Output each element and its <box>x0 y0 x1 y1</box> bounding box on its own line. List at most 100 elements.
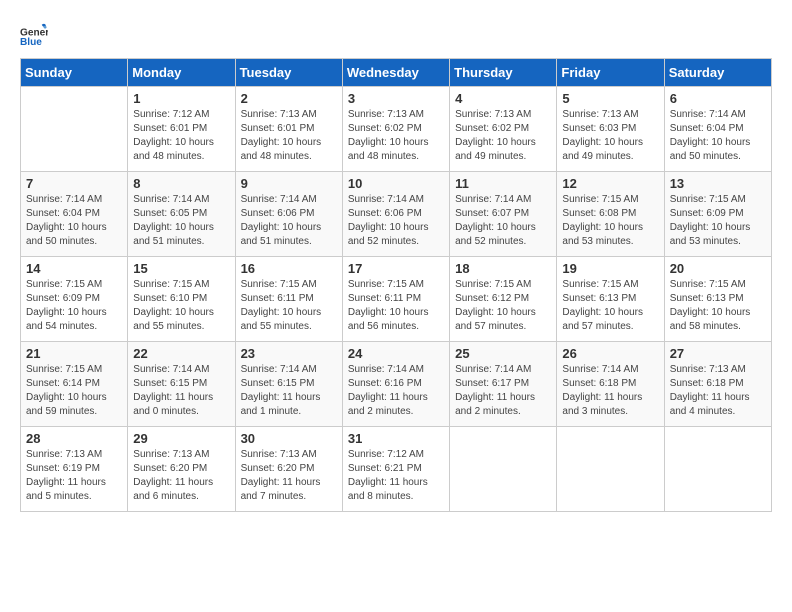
day-cell: 8 Sunrise: 7:14 AM Sunset: 6:05 PM Daylig… <box>128 172 235 257</box>
day-number: 11 <box>455 176 551 191</box>
day-number: 24 <box>348 346 444 361</box>
day-info: Sunrise: 7:14 AM Sunset: 6:18 PM Dayligh… <box>562 363 658 419</box>
day-info: Sunrise: 7:14 AM Sunset: 6:05 PM Dayligh… <box>133 193 229 249</box>
day-cell: 3Sunrise: 7:13 AM Sunset: 6:02 PM Daylig… <box>342 87 449 172</box>
day-info: Sunrise: 7:15 AM Sunset: 6:11 PM Dayligh… <box>241 278 337 334</box>
day-cell: 7Sunrise: 7:14 AM Sunset: 6:04 PM Daylig… <box>21 172 128 257</box>
day-cell: 21 Sunrise: 7:15 AM Sunset: 6:14 PM Dayli… <box>21 342 128 427</box>
day-info: Sunrise: 7:13 AM Sunset: 6:20 PM Dayligh… <box>133 448 229 504</box>
day-cell: 24 Sunrise: 7:14 AM Sunset: 6:16 PM Dayli… <box>342 342 449 427</box>
day-number: 10 <box>348 176 444 191</box>
generalblue-icon: General Blue <box>20 20 48 48</box>
day-number: 15 <box>133 261 229 276</box>
day-number: 20 <box>670 261 766 276</box>
day-cell: 30 Sunrise: 7:13 AM Sunset: 6:20 PM Dayli… <box>235 427 342 512</box>
day-info: Sunrise: 7:15 AM Sunset: 6:11 PM Dayligh… <box>348 278 444 334</box>
day-info: Sunrise: 7:15 AM Sunset: 6:13 PM Dayligh… <box>670 278 766 334</box>
calendar-body: 1 Sunrise: 7:12 AM Sunset: 6:01 PM Daylig… <box>21 87 772 512</box>
day-cell: 17 Sunrise: 7:15 AM Sunset: 6:11 PM Dayli… <box>342 257 449 342</box>
day-info: Sunrise: 7:15 AM Sunset: 6:09 PM Dayligh… <box>670 193 766 249</box>
day-info: Sunrise: 7:14 AM Sunset: 6:17 PM Dayligh… <box>455 363 551 419</box>
day-number: 18 <box>455 261 551 276</box>
day-info: Sunrise: 7:13 AM Sunset: 6:20 PM Dayligh… <box>241 448 337 504</box>
column-header-sunday: Sunday <box>21 59 128 87</box>
day-cell: 19 Sunrise: 7:15 AM Sunset: 6:13 PM Dayli… <box>557 257 664 342</box>
day-info: Sunrise: 7:14 AM Sunset: 6:04 PM Dayligh… <box>670 108 766 164</box>
day-cell <box>557 427 664 512</box>
day-cell: 20 Sunrise: 7:15 AM Sunset: 6:13 PM Dayli… <box>664 257 771 342</box>
day-number: 1 <box>133 91 229 106</box>
day-info: Sunrise: 7:14 AM Sunset: 6:06 PM Dayligh… <box>241 193 337 249</box>
day-info: Sunrise: 7:14 AM Sunset: 6:15 PM Dayligh… <box>133 363 229 419</box>
day-number: 6 <box>670 91 766 106</box>
week-row-4: 21 Sunrise: 7:15 AM Sunset: 6:14 PM Dayli… <box>21 342 772 427</box>
logo: General Blue <box>20 20 52 48</box>
day-number: 4 <box>455 91 551 106</box>
day-info: Sunrise: 7:13 AM Sunset: 6:18 PM Dayligh… <box>670 363 766 419</box>
day-cell: 2Sunrise: 7:13 AM Sunset: 6:01 PM Daylig… <box>235 87 342 172</box>
column-header-friday: Friday <box>557 59 664 87</box>
day-cell: 6 Sunrise: 7:14 AM Sunset: 6:04 PM Daylig… <box>664 87 771 172</box>
column-header-monday: Monday <box>128 59 235 87</box>
svg-text:Blue: Blue <box>20 37 42 48</box>
day-number: 31 <box>348 431 444 446</box>
day-number: 23 <box>241 346 337 361</box>
day-cell: 1 Sunrise: 7:12 AM Sunset: 6:01 PM Daylig… <box>128 87 235 172</box>
day-cell: 26 Sunrise: 7:14 AM Sunset: 6:18 PM Dayli… <box>557 342 664 427</box>
day-number: 26 <box>562 346 658 361</box>
day-number: 14 <box>26 261 122 276</box>
day-info: Sunrise: 7:13 AM Sunset: 6:19 PM Dayligh… <box>26 448 122 504</box>
calendar-header-row: SundayMondayTuesdayWednesdayThursdayFrid… <box>21 59 772 87</box>
day-info: Sunrise: 7:14 AM Sunset: 6:04 PM Dayligh… <box>26 193 122 249</box>
day-cell <box>450 427 557 512</box>
week-row-3: 14 Sunrise: 7:15 AM Sunset: 6:09 PM Dayli… <box>21 257 772 342</box>
day-number: 12 <box>562 176 658 191</box>
day-info: Sunrise: 7:15 AM Sunset: 6:14 PM Dayligh… <box>26 363 122 419</box>
day-info: Sunrise: 7:15 AM Sunset: 6:13 PM Dayligh… <box>562 278 658 334</box>
week-row-2: 7Sunrise: 7:14 AM Sunset: 6:04 PM Daylig… <box>21 172 772 257</box>
day-number: 22 <box>133 346 229 361</box>
day-info: Sunrise: 7:15 AM Sunset: 6:09 PM Dayligh… <box>26 278 122 334</box>
day-cell: 31Sunrise: 7:12 AM Sunset: 6:21 PM Dayli… <box>342 427 449 512</box>
day-info: Sunrise: 7:14 AM Sunset: 6:15 PM Dayligh… <box>241 363 337 419</box>
day-number: 8 <box>133 176 229 191</box>
calendar-table: SundayMondayTuesdayWednesdayThursdayFrid… <box>20 58 772 512</box>
day-number: 28 <box>26 431 122 446</box>
day-cell <box>664 427 771 512</box>
day-cell: 15Sunrise: 7:15 AM Sunset: 6:10 PM Dayli… <box>128 257 235 342</box>
day-cell: 22 Sunrise: 7:14 AM Sunset: 6:15 PM Dayli… <box>128 342 235 427</box>
day-number: 19 <box>562 261 658 276</box>
day-number: 25 <box>455 346 551 361</box>
day-number: 13 <box>670 176 766 191</box>
day-info: Sunrise: 7:13 AM Sunset: 6:02 PM Dayligh… <box>348 108 444 164</box>
day-number: 2 <box>241 91 337 106</box>
day-cell: 18 Sunrise: 7:15 AM Sunset: 6:12 PM Dayli… <box>450 257 557 342</box>
day-number: 9 <box>241 176 337 191</box>
day-number: 21 <box>26 346 122 361</box>
day-cell: 12Sunrise: 7:15 AM Sunset: 6:08 PM Dayli… <box>557 172 664 257</box>
column-header-saturday: Saturday <box>664 59 771 87</box>
day-cell: 13 Sunrise: 7:15 AM Sunset: 6:09 PM Dayli… <box>664 172 771 257</box>
day-info: Sunrise: 7:14 AM Sunset: 6:16 PM Dayligh… <box>348 363 444 419</box>
column-header-tuesday: Tuesday <box>235 59 342 87</box>
day-cell: 14 Sunrise: 7:15 AM Sunset: 6:09 PM Dayli… <box>21 257 128 342</box>
day-number: 30 <box>241 431 337 446</box>
day-info: Sunrise: 7:12 AM Sunset: 6:01 PM Dayligh… <box>133 108 229 164</box>
day-cell: 23 Sunrise: 7:14 AM Sunset: 6:15 PM Dayli… <box>235 342 342 427</box>
day-number: 29 <box>133 431 229 446</box>
day-info: Sunrise: 7:13 AM Sunset: 6:02 PM Dayligh… <box>455 108 551 164</box>
column-header-wednesday: Wednesday <box>342 59 449 87</box>
day-cell: 9 Sunrise: 7:14 AM Sunset: 6:06 PM Daylig… <box>235 172 342 257</box>
day-cell: 16Sunrise: 7:15 AM Sunset: 6:11 PM Dayli… <box>235 257 342 342</box>
day-cell: 27Sunrise: 7:13 AM Sunset: 6:18 PM Dayli… <box>664 342 771 427</box>
day-cell: 28 Sunrise: 7:13 AM Sunset: 6:19 PM Dayli… <box>21 427 128 512</box>
week-row-1: 1 Sunrise: 7:12 AM Sunset: 6:01 PM Daylig… <box>21 87 772 172</box>
day-info: Sunrise: 7:13 AM Sunset: 6:03 PM Dayligh… <box>562 108 658 164</box>
day-cell: 4 Sunrise: 7:13 AM Sunset: 6:02 PM Daylig… <box>450 87 557 172</box>
column-header-thursday: Thursday <box>450 59 557 87</box>
day-number: 17 <box>348 261 444 276</box>
day-cell: 5Sunrise: 7:13 AM Sunset: 6:03 PM Daylig… <box>557 87 664 172</box>
day-info: Sunrise: 7:15 AM Sunset: 6:12 PM Dayligh… <box>455 278 551 334</box>
day-cell: 11Sunrise: 7:14 AM Sunset: 6:07 PM Dayli… <box>450 172 557 257</box>
day-cell <box>21 87 128 172</box>
